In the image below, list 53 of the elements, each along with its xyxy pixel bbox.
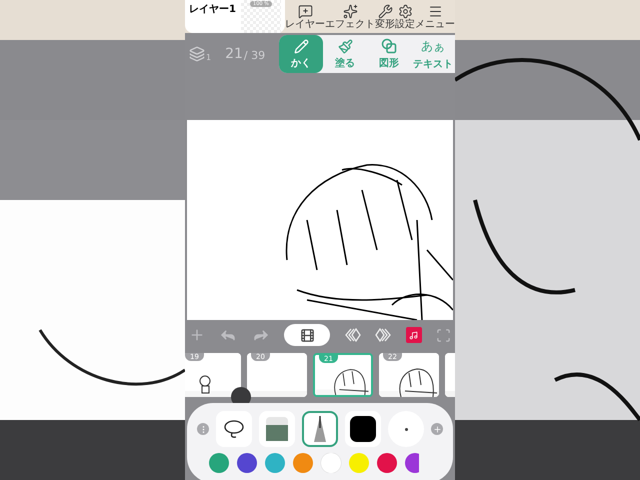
tab-label: 塗る bbox=[335, 56, 355, 70]
eraser-icon bbox=[264, 415, 290, 443]
plus-icon bbox=[432, 424, 442, 434]
current-frame: 21 bbox=[225, 46, 243, 62]
menu-icon bbox=[428, 4, 442, 18]
tab-label: 図形 bbox=[379, 57, 399, 70]
sparkle-icon bbox=[342, 4, 358, 18]
color-dot[interactable] bbox=[293, 453, 313, 473]
add-frame-icon[interactable] bbox=[189, 327, 205, 343]
settings-menu-button[interactable]: 設定 bbox=[395, 0, 415, 33]
lasso-icon bbox=[222, 419, 246, 439]
pencil-icon bbox=[294, 38, 308, 54]
menu-menu-button[interactable]: メニュー bbox=[415, 0, 455, 33]
add-button[interactable] bbox=[431, 423, 443, 435]
color-tool-button[interactable] bbox=[345, 411, 381, 447]
color-dot[interactable] bbox=[237, 453, 257, 473]
music-icon bbox=[409, 330, 418, 340]
layers-icon bbox=[189, 46, 205, 62]
total-frames: / 39 bbox=[244, 49, 266, 62]
layer-count: 1 bbox=[206, 53, 212, 62]
previous-frame-icon[interactable] bbox=[344, 327, 361, 343]
film-button[interactable] bbox=[284, 324, 330, 346]
lasso-tool-button[interactable] bbox=[216, 411, 252, 447]
music-button[interactable] bbox=[406, 327, 422, 343]
settings-icon bbox=[398, 4, 412, 18]
plus-bubble-icon bbox=[298, 4, 312, 18]
tab-label: かく bbox=[291, 56, 311, 70]
brush-icon bbox=[338, 38, 352, 54]
transform-menu-button[interactable]: 変形 bbox=[375, 0, 395, 33]
text-glyph: あぁ bbox=[421, 38, 445, 54]
color-dot[interactable] bbox=[321, 453, 341, 473]
color-dot[interactable] bbox=[349, 453, 369, 473]
color-dot[interactable] bbox=[377, 453, 397, 473]
layer-name: レイヤー1 bbox=[189, 3, 236, 17]
wrench-icon bbox=[378, 4, 392, 18]
tool-tab[interactable]: かく bbox=[279, 35, 323, 73]
next-frame-icon[interactable] bbox=[375, 327, 392, 343]
pen-tool-button[interactable] bbox=[302, 411, 338, 447]
eraser-tool-button[interactable] bbox=[259, 411, 295, 447]
color-dot[interactable] bbox=[265, 453, 285, 473]
effect-menu-button[interactable]: エフェクト bbox=[325, 0, 375, 33]
color-dot[interactable] bbox=[209, 453, 229, 473]
fullscreen-icon[interactable] bbox=[436, 328, 451, 342]
more-button[interactable] bbox=[197, 423, 209, 435]
tool-tab[interactable]: 図形 bbox=[367, 35, 411, 73]
dot-icon bbox=[404, 428, 408, 430]
tool-tab[interactable]: あぁ テキスト bbox=[411, 35, 455, 73]
film-icon bbox=[300, 328, 315, 342]
tab-label: テキスト bbox=[413, 58, 453, 70]
tool-tab[interactable]: 塗る bbox=[323, 35, 367, 73]
color-dot[interactable] bbox=[405, 453, 419, 473]
shapes-icon bbox=[381, 38, 397, 54]
layer-menu-button[interactable]: レイヤー bbox=[285, 0, 325, 33]
